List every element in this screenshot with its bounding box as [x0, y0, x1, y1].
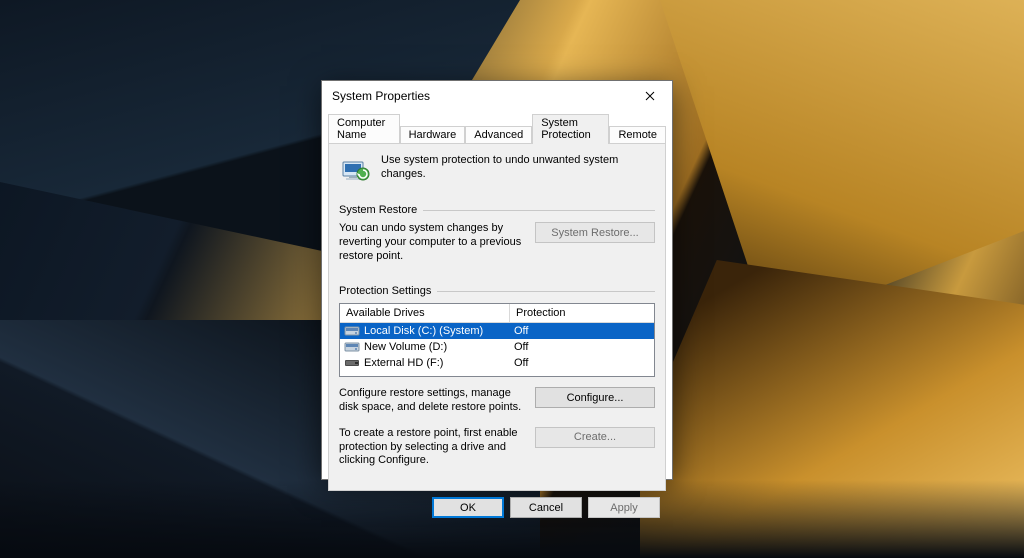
titlebar[interactable]: System Properties: [322, 81, 672, 111]
close-icon: [645, 91, 655, 101]
tab-system-protection[interactable]: System Protection: [532, 114, 609, 144]
tab-advanced[interactable]: Advanced: [465, 126, 532, 144]
divider: [423, 210, 655, 211]
system-restore-text: You can undo system changes by reverting…: [339, 222, 525, 263]
drives-list[interactable]: Available Drives Protection Local Disk (…: [339, 303, 655, 377]
drives-header: Available Drives Protection: [340, 304, 654, 323]
drive-name: New Volume (D:): [364, 341, 514, 353]
drive-protection: Off: [514, 357, 650, 369]
create-button[interactable]: Create...: [535, 427, 655, 448]
divider: [437, 291, 655, 292]
tab-hardware[interactable]: Hardware: [400, 126, 466, 144]
tabstrip: Computer Name Hardware Advanced System P…: [322, 111, 672, 143]
cancel-button[interactable]: Cancel: [510, 497, 582, 518]
tab-remote[interactable]: Remote: [609, 126, 666, 144]
system-restore-button[interactable]: System Restore...: [535, 222, 655, 243]
drive-row[interactable]: Local Disk (C:) (System)Off: [340, 323, 654, 339]
column-available-drives[interactable]: Available Drives: [340, 304, 510, 322]
drive-protection: Off: [514, 325, 650, 337]
tab-computer-name[interactable]: Computer Name: [328, 114, 400, 144]
intro-text: Use system protection to undo unwanted s…: [381, 154, 655, 182]
drive-icon: [344, 325, 360, 337]
drive-name: Local Disk (C:) (System): [364, 325, 514, 337]
drive-protection: Off: [514, 341, 650, 353]
drive-row[interactable]: External HD (F:)Off: [340, 355, 654, 371]
group-protection-settings: Protection Settings Available Drives Pro…: [339, 285, 655, 468]
apply-button[interactable]: Apply: [588, 497, 660, 518]
configure-text: Configure restore settings, manage disk …: [339, 387, 525, 415]
tab-page-system-protection: Use system protection to undo unwanted s…: [328, 143, 666, 491]
column-protection[interactable]: Protection: [510, 304, 654, 322]
group-title-protection-settings: Protection Settings: [339, 285, 431, 297]
drive-icon: [344, 341, 360, 353]
drive-row[interactable]: New Volume (D:)Off: [340, 339, 654, 355]
close-button[interactable]: [628, 81, 672, 111]
group-title-system-restore: System Restore: [339, 204, 417, 216]
group-system-restore: System Restore You can undo system chang…: [339, 204, 655, 263]
window-title: System Properties: [332, 89, 628, 103]
configure-button[interactable]: Configure...: [535, 387, 655, 408]
drive-name: External HD (F:): [364, 357, 514, 369]
drive-icon: [344, 357, 360, 369]
dialog-button-bar: OK Cancel Apply: [322, 497, 672, 528]
system-protection-icon: [339, 154, 371, 186]
system-properties-dialog: System Properties Computer Name Hardware…: [321, 80, 673, 480]
desktop-wallpaper: System Properties Computer Name Hardware…: [0, 0, 1024, 558]
ok-button[interactable]: OK: [432, 497, 504, 518]
create-text: To create a restore point, first enable …: [339, 427, 525, 468]
intro-row: Use system protection to undo unwanted s…: [339, 154, 655, 186]
